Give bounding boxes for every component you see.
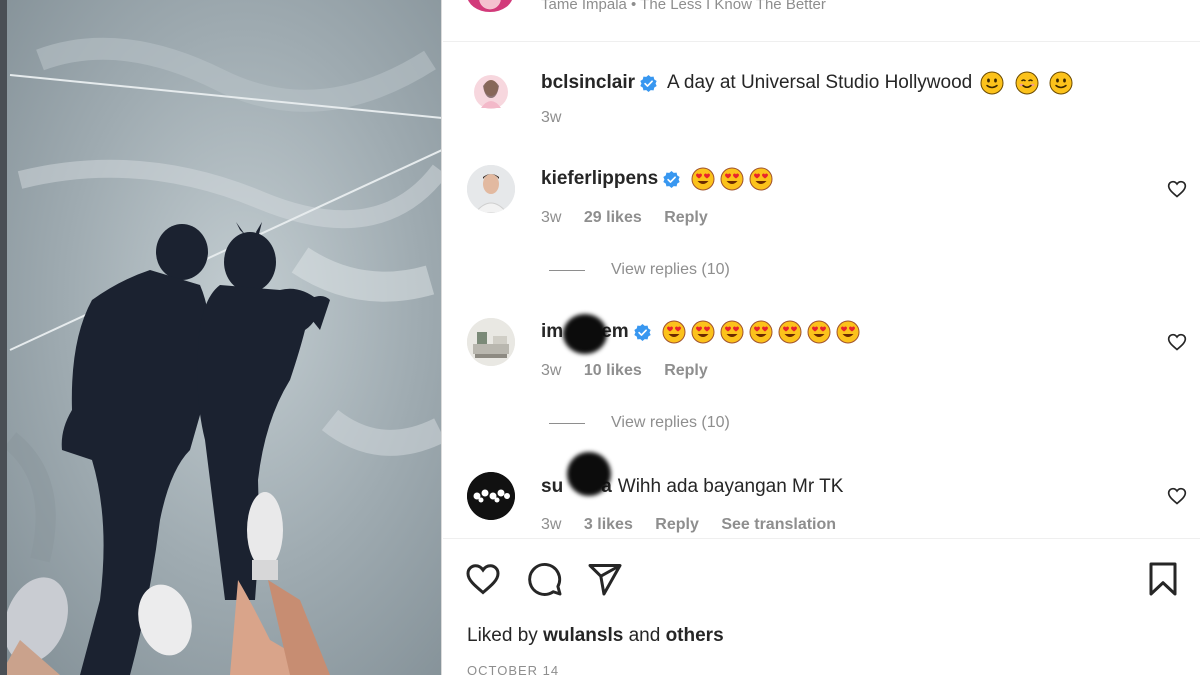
smiling-face-with-smiling-eyes-icon bbox=[1015, 71, 1038, 95]
comment-time[interactable]: 3w bbox=[541, 209, 561, 226]
post-photo bbox=[0, 0, 442, 675]
heart-eyes-icon bbox=[778, 320, 802, 344]
shadow-photo bbox=[0, 0, 441, 675]
view-replies-button[interactable]: View replies (10) bbox=[549, 414, 730, 432]
share-icon[interactable] bbox=[587, 561, 623, 597]
heart-eyes-icon bbox=[749, 167, 773, 191]
liked-by-and: and bbox=[628, 625, 661, 646]
comment-meta: 3w 3 likes Reply See translation bbox=[541, 516, 854, 534]
caption-emojis bbox=[975, 71, 1073, 95]
comment-item: im em 3w 10 likes Reply View replies (10) bbox=[467, 314, 1187, 438]
heart-eyes-icon bbox=[691, 320, 715, 344]
comment-avatar-image bbox=[467, 318, 515, 366]
bookmark-icon[interactable] bbox=[1145, 561, 1181, 597]
caption-avatar-image bbox=[474, 75, 508, 109]
caption: bclsinclair A day at Universal Studio Ho… bbox=[467, 65, 1187, 135]
music-avatar[interactable] bbox=[467, 0, 513, 12]
heart-eyes-icon bbox=[807, 320, 831, 344]
comment-avatar-image bbox=[467, 165, 515, 213]
liked-by-prefix: Liked by bbox=[467, 625, 538, 646]
caption-username[interactable]: bclsinclair bbox=[541, 72, 635, 94]
comment-avatar[interactable] bbox=[467, 318, 515, 366]
comment-time[interactable]: 3w bbox=[541, 516, 561, 533]
comment-text: Wihh ada bayangan Mr TK bbox=[617, 476, 844, 497]
comment-avatar[interactable] bbox=[467, 472, 515, 520]
view-replies-label: View replies (10) bbox=[611, 414, 730, 431]
heart-eyes-icon bbox=[720, 320, 744, 344]
instagram-post-view: Tame Impala • The Less I Know The Better… bbox=[0, 0, 1200, 675]
slightly-smiling-face-icon bbox=[980, 71, 1004, 95]
reply-button[interactable]: Reply bbox=[664, 362, 708, 379]
caption-meta: 3w bbox=[541, 109, 579, 127]
replies-divider bbox=[549, 422, 585, 424]
redaction-blot bbox=[567, 452, 611, 496]
reply-button[interactable]: Reply bbox=[664, 209, 708, 226]
username-visible-start: im bbox=[541, 321, 564, 342]
comment-item: kieferlippens 3w 29 likes Reply View rep… bbox=[467, 165, 1187, 285]
comment-like-heart-icon[interactable] bbox=[1167, 332, 1187, 352]
caption-line: bclsinclair A day at Universal Studio Ho… bbox=[541, 71, 1073, 95]
heart-eyes-icon bbox=[662, 320, 686, 344]
caption-text: A day at Universal Studio Hollywood bbox=[667, 72, 973, 93]
comment-meta: 3w 10 likes Reply bbox=[541, 362, 726, 380]
comment-avatar-image bbox=[467, 472, 515, 520]
heart-eyes-icon bbox=[749, 320, 773, 344]
liked-by-others[interactable]: others bbox=[666, 625, 724, 646]
redaction-blot bbox=[563, 314, 607, 354]
photo-left-border bbox=[0, 0, 7, 675]
verified-badge-icon bbox=[640, 74, 657, 92]
post-actions: Liked by wulansls and others OCTOBER 14 bbox=[443, 538, 1200, 675]
music-track-text[interactable]: Tame Impala • The Less I Know The Better bbox=[541, 0, 826, 13]
comment-like-heart-icon[interactable] bbox=[1167, 179, 1187, 199]
heart-eyes-icon bbox=[691, 167, 715, 191]
liked-by-user[interactable]: wulansls bbox=[543, 625, 623, 646]
comment-avatar[interactable] bbox=[467, 165, 515, 213]
comment-like-heart-icon[interactable] bbox=[1167, 486, 1187, 506]
comment-likes[interactable]: 3 likes bbox=[584, 516, 633, 533]
comment-emojis bbox=[686, 167, 773, 191]
comment-likes[interactable]: 10 likes bbox=[584, 362, 642, 379]
view-replies-button[interactable]: View replies (10) bbox=[549, 261, 730, 279]
see-translation-button[interactable]: See translation bbox=[721, 516, 836, 533]
comment-time[interactable]: 3w bbox=[541, 362, 561, 379]
comment-line: kieferlippens bbox=[541, 167, 773, 191]
caption-avatar[interactable] bbox=[467, 68, 515, 116]
view-replies-label: View replies (10) bbox=[611, 261, 730, 278]
comment-likes[interactable]: 29 likes bbox=[584, 209, 642, 226]
slightly-smiling-face-icon bbox=[1049, 71, 1073, 95]
comment-item: sua Wihh ada bayangan Mr TK 3w 3 likes R… bbox=[467, 452, 1187, 536]
post-date[interactable]: OCTOBER 14 bbox=[467, 663, 559, 675]
caption-time[interactable]: 3w bbox=[541, 109, 561, 126]
comment-username[interactable]: kieferlippens bbox=[541, 168, 658, 190]
comment-emojis bbox=[657, 320, 860, 344]
comment-icon[interactable] bbox=[527, 561, 563, 597]
verified-badge-icon bbox=[663, 170, 680, 188]
reply-button[interactable]: Reply bbox=[655, 516, 699, 533]
replies-divider bbox=[549, 269, 585, 271]
verified-badge-icon bbox=[633, 323, 651, 341]
comment-meta: 3w 29 likes Reply bbox=[541, 209, 726, 227]
username-visible-start: su bbox=[541, 476, 564, 497]
heart-eyes-icon bbox=[720, 167, 744, 191]
heart-icon[interactable] bbox=[465, 561, 501, 597]
liked-by-line: Liked by wulansls and others bbox=[467, 625, 724, 647]
post-details-panel: Tame Impala • The Less I Know The Better… bbox=[443, 0, 1200, 675]
heart-eyes-icon bbox=[836, 320, 860, 344]
music-row: Tame Impala • The Less I Know The Better bbox=[443, 0, 1200, 42]
